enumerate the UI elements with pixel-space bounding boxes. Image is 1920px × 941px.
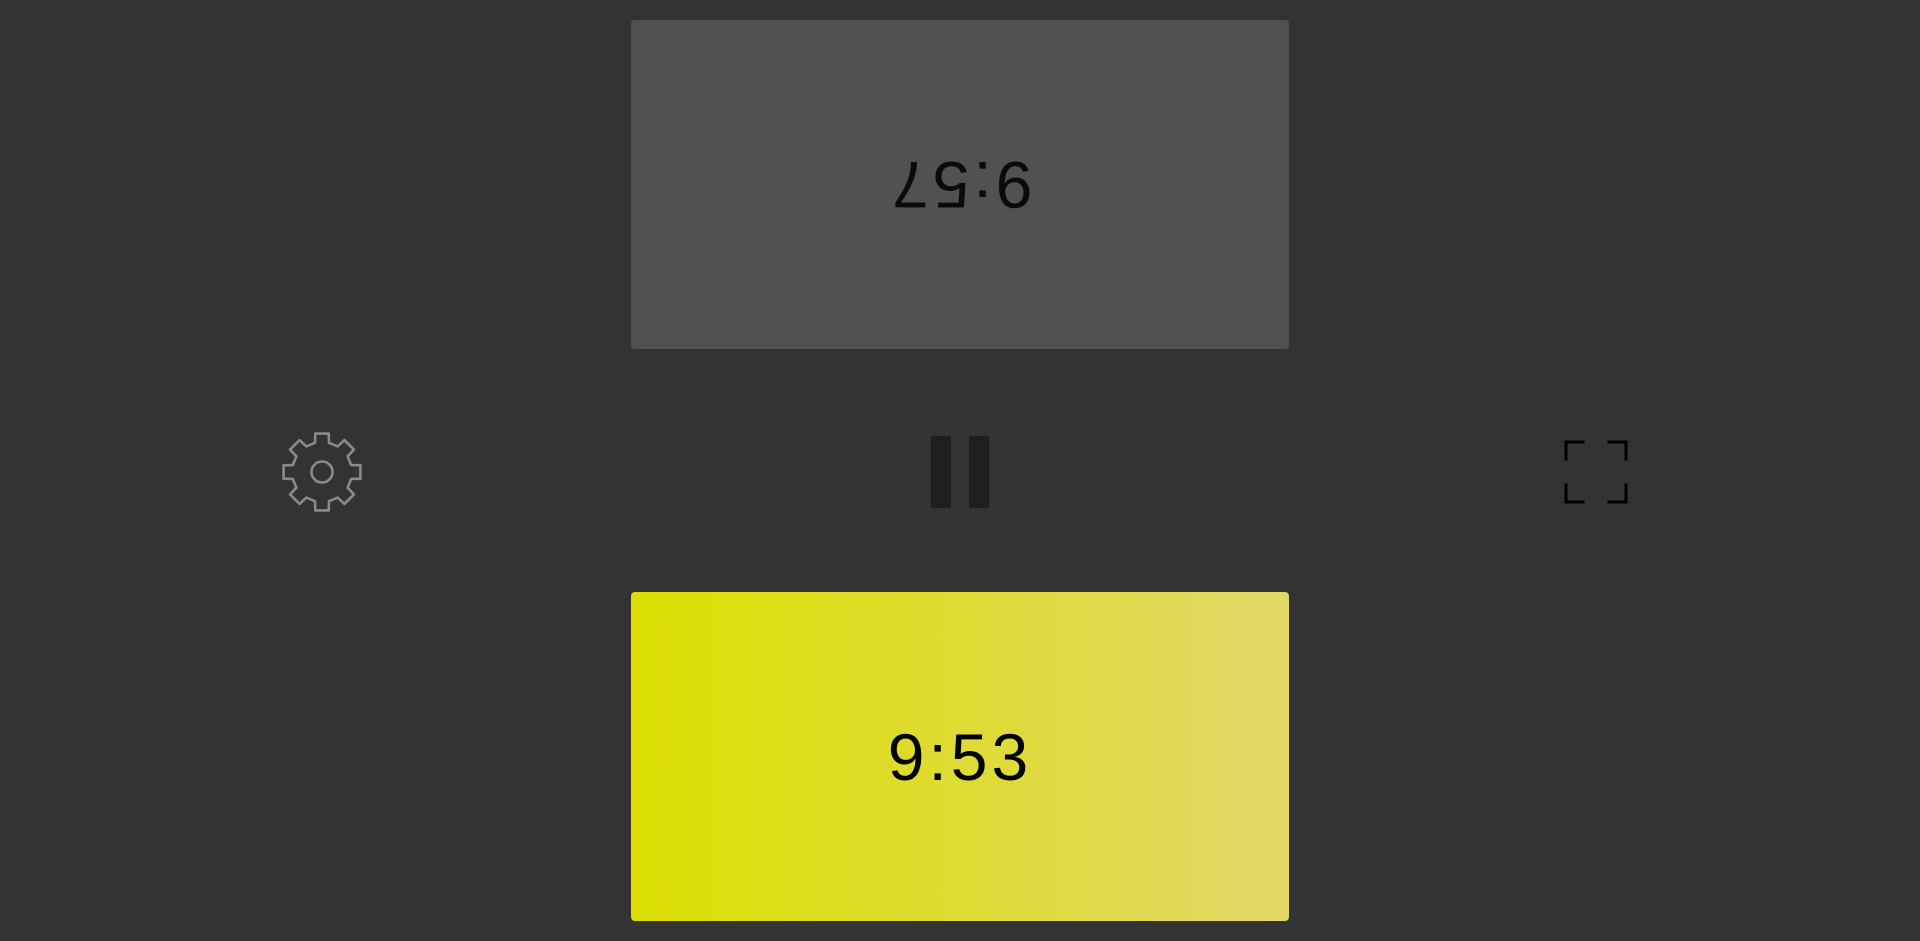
fullscreen-icon xyxy=(1564,440,1628,504)
opponent-clock[interactable]: 9:57 xyxy=(631,20,1289,349)
pause-icon xyxy=(931,436,989,508)
opponent-clock-time: 9:57 xyxy=(887,147,1033,222)
chess-clock-app: 9:57 9:53 xyxy=(0,0,1920,941)
settings-button[interactable] xyxy=(278,428,366,516)
player-clock-time: 9:53 xyxy=(887,719,1033,794)
player-clock[interactable]: 9:53 xyxy=(631,592,1289,921)
fullscreen-button[interactable] xyxy=(1556,432,1636,512)
gear-icon xyxy=(282,432,362,512)
pause-button[interactable] xyxy=(920,430,1000,514)
